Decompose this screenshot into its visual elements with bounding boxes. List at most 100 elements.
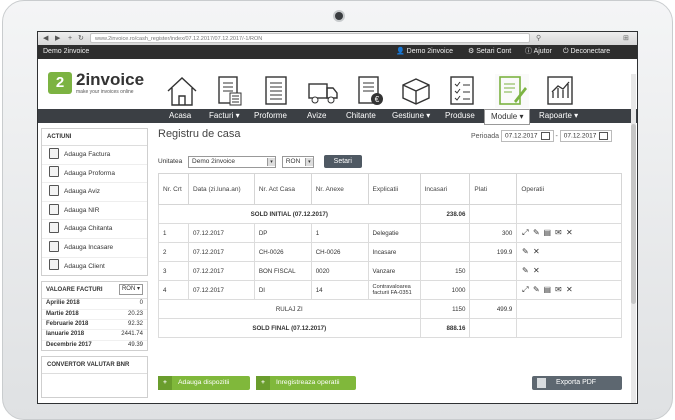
register-button-label: Inregistreaza operatii (276, 379, 340, 386)
menu-proforme[interactable]: Proforme (254, 109, 287, 123)
truck-icon[interactable] (306, 74, 340, 108)
module-edit-icon[interactable] (495, 74, 529, 108)
rulaj-plati: 499.9 (469, 299, 518, 319)
sold-final-value: 888.16 (419, 318, 471, 338)
cell-plati (469, 280, 518, 300)
set-button[interactable]: Setari (323, 155, 362, 168)
checklist-icon[interactable] (445, 74, 479, 108)
action-add-receipt[interactable]: Adauga Chitanta (42, 220, 147, 239)
menu-rapoarte[interactable]: Rapoarte ▾ (539, 109, 578, 123)
logo-tagline: make your invoices online (76, 89, 134, 95)
currency-dropdown-value: RON (285, 157, 301, 165)
scrollbar-thumb[interactable] (631, 124, 636, 304)
action-add-proforma[interactable]: Adauga Proforma (42, 165, 147, 184)
date-from-input[interactable]: 07.12.2017 (500, 130, 554, 142)
cell-anexe: 14 (310, 280, 369, 300)
address-bar[interactable]: www.2invoice.ro/cash_register/index/07.1… (90, 33, 530, 43)
report-icon[interactable] (543, 74, 577, 108)
value-month: Decembrie 2017 (46, 341, 92, 348)
document-icon (49, 203, 59, 215)
box-icon[interactable] (399, 74, 433, 108)
receipt-icon[interactable]: € (353, 74, 387, 108)
window-icon[interactable]: ⊞ (623, 34, 629, 43)
email-icon[interactable]: ✉ (554, 286, 562, 294)
menu-avize[interactable]: Avize (307, 109, 326, 123)
edit-icon[interactable]: ✎ (521, 267, 529, 275)
cell-anexe: CH-0026 (310, 242, 369, 262)
action-add-client[interactable]: Adauga Client (42, 258, 147, 276)
value-amount: 92.32 (127, 320, 143, 327)
expand-icon[interactable]: ⤢ (521, 229, 529, 237)
currency-dropdown[interactable]: RON ▾ (281, 155, 314, 168)
row-operations: ⤢ ✎ ▤ ✉ ✕ (516, 223, 622, 243)
forward-icon[interactable]: ▶ (55, 34, 60, 43)
row-operations: ⤢ ✎ ▤ ✉ ✕ (516, 280, 622, 300)
delete-icon[interactable]: ✕ (532, 248, 540, 256)
menu-module[interactable]: Module ▾ (484, 109, 531, 125)
logout-link[interactable]: ⏻ Deconectare (563, 45, 610, 59)
expand-icon[interactable]: ⤢ (521, 286, 529, 294)
date-to-input[interactable]: 07.12.2017 (559, 130, 613, 142)
scrollbar[interactable] (631, 74, 636, 403)
cell-act: CH-0026 (253, 242, 312, 262)
menu-gestiune[interactable]: Gestiune ▾ (392, 109, 430, 123)
action-add-invoice[interactable]: Adauga Factura (42, 146, 147, 165)
cell-plati: 300 (469, 223, 518, 243)
action-add-nir[interactable]: Adauga NIR (42, 202, 147, 221)
date-separator: - (555, 132, 558, 140)
email-icon[interactable]: ✉ (554, 229, 562, 237)
menu-facturi[interactable]: Facturi ▾ (209, 109, 240, 123)
reload-icon[interactable]: ↻ (78, 34, 84, 43)
action-add-payment[interactable]: Adauga Incasare (42, 239, 147, 258)
currency-value: RON (121, 286, 136, 293)
unit-select[interactable]: Demo 2invoice ▾ (188, 155, 277, 168)
menu-acasa[interactable]: Acasa (169, 109, 191, 123)
document-icon (49, 166, 59, 178)
cell-date: 07.12.2017 (187, 261, 255, 281)
action-label: Adauga Proforma (64, 169, 115, 177)
action-add-aviz[interactable]: Adauga Aviz (42, 183, 147, 202)
help-link[interactable]: ⓘ Ajutor (525, 45, 552, 59)
add-button-label: Adauga dispozitii (178, 379, 230, 386)
bookmark-icon[interactable]: ⚲ (536, 34, 541, 43)
table-header: Nr. Crt Data (zi.luna.an) Nr. Act Casa N… (158, 173, 622, 205)
unit-label: Unitatea (158, 158, 183, 166)
value-month: Februarie 2018 (46, 320, 89, 327)
cell-expl: Vanzare (367, 261, 421, 281)
export-pdf-button[interactable]: Exporta PDF (532, 376, 622, 390)
col-plati: Plati (469, 173, 518, 205)
new-tab-icon[interactable]: + (68, 34, 72, 43)
sold-initial-label: SOLD INITIAL (07.12.2017) (158, 204, 421, 224)
edit-icon[interactable]: ✎ (532, 229, 540, 237)
proforma-icon[interactable] (259, 74, 293, 108)
table-row: 1 07.12.2017 DP 1 Delegatie 300 ⤢ ✎ ▤ ✉ ✕ (158, 223, 622, 243)
value-amount: 20.23 (127, 310, 143, 317)
register-operations-button[interactable]: + Inregistreaza operatii (256, 376, 356, 390)
home-icon[interactable] (165, 74, 199, 108)
table-row: 4 07.12.2017 DI 14 Contravaloarea factur… (158, 280, 622, 300)
delete-icon[interactable]: ✕ (565, 229, 573, 237)
document-icon[interactable]: ▤ (543, 229, 552, 237)
edit-icon[interactable]: ✎ (532, 286, 540, 294)
settings-link[interactable]: ⚙ Setari Cont (468, 45, 511, 59)
action-label: Adauga Factura (64, 151, 111, 158)
document-icon[interactable]: ▤ (543, 286, 552, 294)
value-row: Martie 2018 20.23 (42, 310, 147, 320)
menu-chitante[interactable]: Chitante (346, 109, 376, 123)
action-label: Adauga Incasare (64, 243, 114, 251)
delete-icon[interactable]: ✕ (565, 286, 573, 294)
sold-final-row: SOLD FINAL (07.12.2017) 888.16 (158, 318, 622, 338)
header: 2 2invoice make your invoices online € (38, 59, 637, 109)
add-dispositions-button[interactable]: + Adauga dispozitii (158, 376, 250, 390)
back-icon[interactable]: ◀ (43, 34, 48, 43)
sold-initial-value: 238.06 (419, 204, 471, 224)
currency-select[interactable]: RON ▾ (118, 284, 143, 296)
cell-expl: Delegatie (367, 223, 421, 243)
delete-icon[interactable]: ✕ (532, 267, 540, 275)
menu-produse[interactable]: Produse (445, 109, 475, 123)
user-link[interactable]: 👤 Demo 2invoice (396, 45, 453, 59)
edit-icon[interactable]: ✎ (521, 248, 529, 256)
page-title: Registru de casa (158, 128, 241, 140)
action-label: Adauga Client (64, 262, 105, 270)
invoice-icon[interactable] (212, 74, 246, 108)
